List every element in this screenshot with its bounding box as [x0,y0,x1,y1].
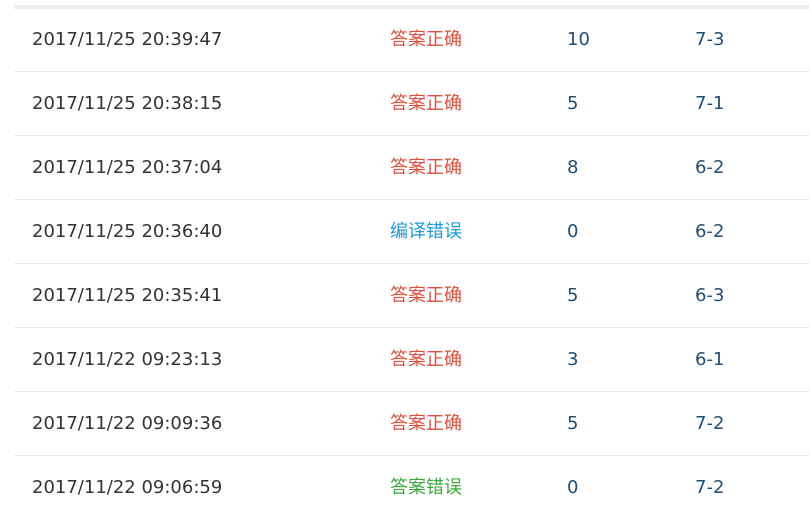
submission-score: 5 [567,93,579,114]
table-row: 2017/11/22 09:09:36 答案正确 5 7-2 [14,392,809,456]
table-row: 2017/11/25 20:39:47 答案正确 10 7-3 [14,8,809,72]
problem-link[interactable]: 7-1 [695,72,724,135]
submission-score: 10 [567,29,590,50]
submission-time: 2017/11/22 09:23:13 [32,349,223,370]
submission-time: 2017/11/25 20:38:15 [32,93,223,114]
submission-score: 5 [567,285,579,306]
submission-score: 3 [567,349,579,370]
table-row: 2017/11/25 20:36:40 编译错误 0 6-2 [14,200,809,264]
table-row: 2017/11/25 20:37:04 答案正确 8 6-2 [14,136,809,200]
submission-result-link[interactable]: 答案正确 [390,136,462,199]
submission-time: 2017/11/25 20:39:47 [32,29,223,50]
submission-score: 5 [567,413,579,434]
submission-time: 2017/11/25 20:37:04 [32,157,223,178]
submission-result-link[interactable]: 答案错误 [390,456,462,519]
table-row: 2017/11/25 20:35:41 答案正确 5 6-3 [14,264,809,328]
submission-result-link[interactable]: 编译错误 [390,200,462,263]
submission-score: 0 [567,477,579,498]
table-row: 2017/11/22 09:23:13 答案正确 3 6-1 [14,328,809,392]
problem-link[interactable]: 6-3 [695,264,724,327]
problem-link[interactable]: 7-2 [695,392,724,455]
submission-result-link[interactable]: 答案正确 [390,72,462,135]
submission-time: 2017/11/22 09:09:36 [32,413,223,434]
submission-time: 2017/11/22 09:06:59 [32,477,223,498]
problem-link[interactable]: 7-2 [695,456,724,519]
submission-score: 0 [567,221,579,242]
submission-result-link[interactable]: 答案正确 [390,392,462,455]
problem-link[interactable]: 6-2 [695,136,724,199]
submission-result-link[interactable]: 答案正确 [390,328,462,391]
problem-link[interactable]: 6-1 [695,328,724,391]
submission-result-link[interactable]: 答案正确 [390,8,462,71]
submission-time: 2017/11/25 20:36:40 [32,221,223,242]
problem-link[interactable]: 7-3 [695,8,724,71]
table-row: 2017/11/25 20:38:15 答案正确 5 7-1 [14,72,809,136]
submission-time: 2017/11/25 20:35:41 [32,285,223,306]
submission-result-link[interactable]: 答案正确 [390,264,462,327]
problem-link[interactable]: 6-2 [695,200,724,263]
submission-table: 2017/11/25 20:39:47 答案正确 10 7-3 2017/11/… [14,8,809,519]
submission-score: 8 [567,157,579,178]
table-row: 2017/11/22 09:06:59 答案错误 0 7-2 [14,456,809,519]
